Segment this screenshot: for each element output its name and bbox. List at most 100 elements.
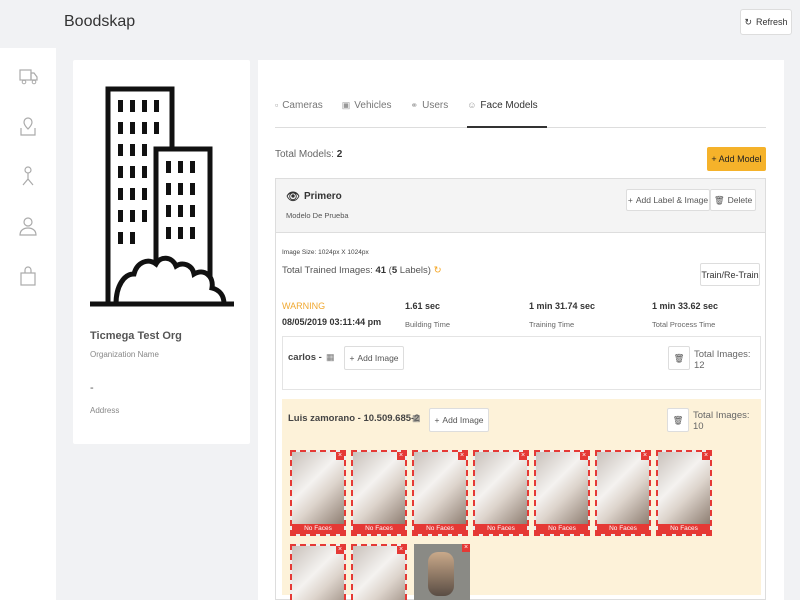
trash-icon: 🗑: [673, 352, 685, 363]
face-photo: [428, 552, 454, 596]
building-icon: [90, 86, 234, 307]
plus-icon: +: [711, 154, 717, 164]
face-photo: [292, 546, 344, 600]
face-photo: [353, 546, 405, 600]
remove-icon[interactable]: ×: [641, 452, 649, 460]
remove-icon[interactable]: ×: [397, 546, 405, 554]
face-thumbnail[interactable]: No Faces ×: [656, 450, 712, 536]
face-thumbnail[interactable]: ×: [290, 544, 346, 600]
face-thumbnail[interactable]: No Faces ×: [595, 450, 651, 536]
remove-icon[interactable]: ×: [458, 452, 466, 460]
face-thumbnail[interactable]: No Faces ×: [290, 450, 346, 536]
org-name-label: Organization Name: [90, 350, 159, 359]
add-image-button[interactable]: + Add Image: [429, 408, 489, 432]
plus-icon: +: [434, 415, 440, 425]
total-process-time: 1 min 33.62 sec: [652, 301, 719, 311]
no-faces-caption: No Faces: [475, 524, 527, 534]
face-thumbnail[interactable]: No Faces ×: [351, 450, 407, 536]
face-photo: [475, 452, 527, 524]
label-name: carlos -: [288, 352, 322, 363]
image-icon: ▦: [326, 352, 335, 362]
sync-icon[interactable]: ↻: [434, 265, 442, 276]
delete-label-button[interactable]: 🗑: [668, 346, 690, 370]
face-photo: [536, 452, 588, 524]
refresh-icon: ↻: [744, 16, 753, 27]
label-row-selected: Luis zamorano - 10.509.685-2 ▦ + Add Imag…: [282, 399, 761, 600]
refresh-button[interactable]: ↻ Refresh: [740, 9, 792, 35]
truck-icon[interactable]: [17, 65, 39, 87]
tab-label: Vehicles: [354, 100, 392, 111]
tab-cameras[interactable]: ▫ Cameras: [275, 90, 332, 128]
model-title: 👁 Primero: [286, 190, 342, 203]
no-faces-caption: No Faces: [353, 524, 405, 534]
tab-label: Cameras: [282, 100, 323, 111]
remove-icon[interactable]: ×: [397, 452, 405, 460]
remove-icon[interactable]: ×: [336, 546, 344, 554]
no-faces-caption: No Faces: [658, 524, 710, 534]
image-icon: ▦: [412, 413, 421, 423]
add-image-label: Add Image: [442, 415, 484, 425]
brand-title: Boodskap: [64, 13, 136, 30]
face-icon: ☺: [467, 100, 477, 110]
org-name: Ticmega Test Org: [90, 330, 182, 342]
plus-icon: +: [627, 195, 633, 205]
face-photo: [658, 452, 710, 524]
tab-face-models[interactable]: ☺ Face Models: [467, 90, 547, 128]
remove-icon[interactable]: ×: [462, 544, 470, 552]
total-models-value: 2: [336, 149, 343, 160]
add-model-button[interactable]: + Add Model: [707, 147, 766, 171]
no-faces-caption: No Faces: [414, 524, 466, 534]
label-total-images: Total Images: 10: [693, 410, 750, 432]
face-thumbnail[interactable]: No Faces ×: [534, 450, 590, 536]
trash-icon: 🗑: [713, 194, 725, 205]
tab-vehicles[interactable]: ▣ Vehicles: [342, 90, 401, 128]
remove-icon[interactable]: ×: [580, 452, 588, 460]
sidebar: [0, 48, 56, 600]
tab-users[interactable]: ⚭ Users: [411, 90, 458, 128]
label-row: carlos - ▦ + Add Image 🗑 Total Images: 12: [282, 336, 761, 390]
label-name: Luis zamorano - 10.509.685-2: [288, 413, 420, 424]
face-photo: [597, 452, 649, 524]
train-retrain-button[interactable]: Train/Re-Train: [700, 263, 760, 286]
face-thumbnail[interactable]: ×: [351, 544, 407, 600]
model-card: 👁 Primero Modelo De Prueba + Add Label & I…: [275, 178, 766, 600]
users-icon[interactable]: [17, 215, 39, 237]
add-label-image-label: Add Label & Image: [635, 195, 709, 205]
plus-icon: +: [349, 353, 355, 363]
train-label: Train/Re-Train: [701, 269, 759, 280]
delete-label: Delete: [727, 195, 753, 205]
map-pin-icon[interactable]: [17, 115, 39, 137]
remove-icon[interactable]: ×: [702, 452, 710, 460]
tab-label: Face Models: [480, 100, 538, 111]
face-thumbnail[interactable]: ×: [414, 544, 470, 600]
building-time-label: Building Time: [405, 320, 451, 329]
bag-icon[interactable]: [17, 265, 39, 287]
status-warning: WARNING: [282, 301, 326, 311]
delete-label-button[interactable]: 🗑: [667, 408, 689, 432]
total-process-time-label: Total Process Time: [652, 320, 716, 329]
delete-model-button[interactable]: 🗑 Delete: [710, 189, 756, 211]
trained-labels-word: Labels: [399, 265, 428, 276]
top-bar: Boodskap ↻ Refresh: [0, 0, 800, 48]
person-icon[interactable]: [17, 165, 39, 187]
face-thumbnail[interactable]: No Faces ×: [473, 450, 529, 536]
trained-images: Total Trained Images: 41 (5 Labels) ↻: [282, 265, 442, 276]
eye-icon[interactable]: 👁: [286, 190, 300, 203]
camera-icon: ▫: [275, 100, 279, 110]
trained-labels-count: 5: [391, 265, 398, 276]
remove-icon[interactable]: ×: [519, 452, 527, 460]
model-name: Primero: [303, 191, 342, 202]
remove-icon[interactable]: ×: [336, 452, 344, 460]
no-faces-caption: No Faces: [292, 524, 344, 534]
model-header: 👁 Primero Modelo De Prueba + Add Label & I…: [276, 179, 765, 233]
add-label-image-button[interactable]: + Add Label & Image: [626, 189, 710, 211]
face-photo: [414, 452, 466, 524]
no-faces-caption: No Faces: [597, 524, 649, 534]
no-faces-caption: No Faces: [536, 524, 588, 534]
organization-card: Ticmega Test Org Organization Name - Add…: [73, 60, 250, 444]
training-time-label: Training Time: [529, 320, 575, 329]
add-model-label: Add Model: [718, 154, 762, 164]
face-thumbnail[interactable]: No Faces ×: [412, 450, 468, 536]
add-image-button[interactable]: + Add Image: [344, 346, 404, 370]
add-image-label: Add Image: [357, 353, 399, 363]
